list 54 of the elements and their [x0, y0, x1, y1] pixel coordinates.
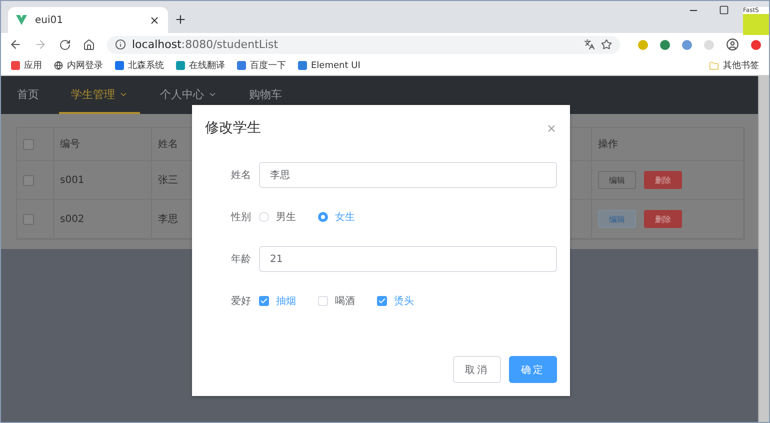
input-field[interactable]: 李思 [259, 162, 557, 188]
column-header: 操作 [592, 128, 744, 161]
address-bar[interactable]: localhost:8080/studentList [107, 36, 620, 54]
profile-icon[interactable] [726, 38, 739, 51]
url-text: localhost:8080/studentList [132, 38, 280, 51]
browser-tab[interactable]: eui01 [8, 7, 168, 33]
delete-button[interactable]: 删除 [644, 171, 682, 189]
table-cell: s001 [54, 161, 152, 200]
field-label: 姓名 [230, 169, 252, 182]
bookmark-icon [176, 61, 185, 70]
bookmark-folder[interactable]: 其他书签 [709, 59, 759, 72]
v-logo-icon [16, 15, 27, 25]
globe-icon [54, 61, 63, 70]
home-icon[interactable] [83, 38, 95, 50]
bookmark[interactable]: 内网登录 [54, 59, 103, 72]
folder-icon [709, 60, 719, 70]
new-tab-icon[interactable] [174, 13, 187, 26]
nav-item[interactable]: 个人中心 [148, 76, 229, 114]
checkbox[interactable] [23, 138, 34, 150]
field-label: 性别 [230, 210, 252, 224]
info-icon [115, 39, 126, 50]
input-field[interactable]: 21 [259, 246, 557, 272]
bookmark[interactable]: 应用 [11, 59, 42, 72]
bookmark-icon [298, 61, 307, 70]
translate-icon[interactable] [584, 39, 595, 50]
nav-item[interactable]: 首页 [5, 76, 51, 114]
maximize-icon[interactable] [719, 5, 729, 15]
bookmark-icon [11, 61, 20, 70]
bookmark-icon [237, 61, 246, 70]
close-icon[interactable] [149, 14, 160, 26]
edit-button[interactable]: 编辑 [598, 171, 636, 189]
extension-icon[interactable] [660, 40, 670, 50]
extension-icon[interactable] [751, 40, 761, 50]
column-header: 编号 [54, 128, 152, 161]
back-icon[interactable] [9, 38, 22, 51]
bookmark-icon [115, 61, 124, 70]
bookmark[interactable]: 北森系统 [115, 59, 164, 72]
radio-option[interactable]: 男生 [259, 210, 296, 224]
table-cell: s002 [54, 200, 152, 239]
checkbox[interactable] [23, 174, 34, 186]
field-label: 年龄 [230, 252, 252, 266]
bookmark[interactable]: 百度一下 [237, 59, 286, 72]
reload-icon[interactable] [59, 38, 71, 50]
cancel-button[interactable]: 取消 [453, 356, 501, 383]
checkbox-option[interactable]: 喝酒 [318, 294, 355, 308]
scrollbar[interactable] [758, 76, 769, 422]
checkbox[interactable] [23, 214, 34, 224]
tab-title: eui01 [35, 14, 64, 26]
extension-icon[interactable] [682, 40, 692, 50]
delete-button[interactable]: 删除 [644, 210, 682, 228]
field-label: 爱好 [230, 294, 252, 308]
star-icon[interactable] [601, 39, 612, 50]
bookmark[interactable]: 在线翻译 [176, 59, 225, 72]
bookmark[interactable]: Element UI [298, 60, 360, 70]
